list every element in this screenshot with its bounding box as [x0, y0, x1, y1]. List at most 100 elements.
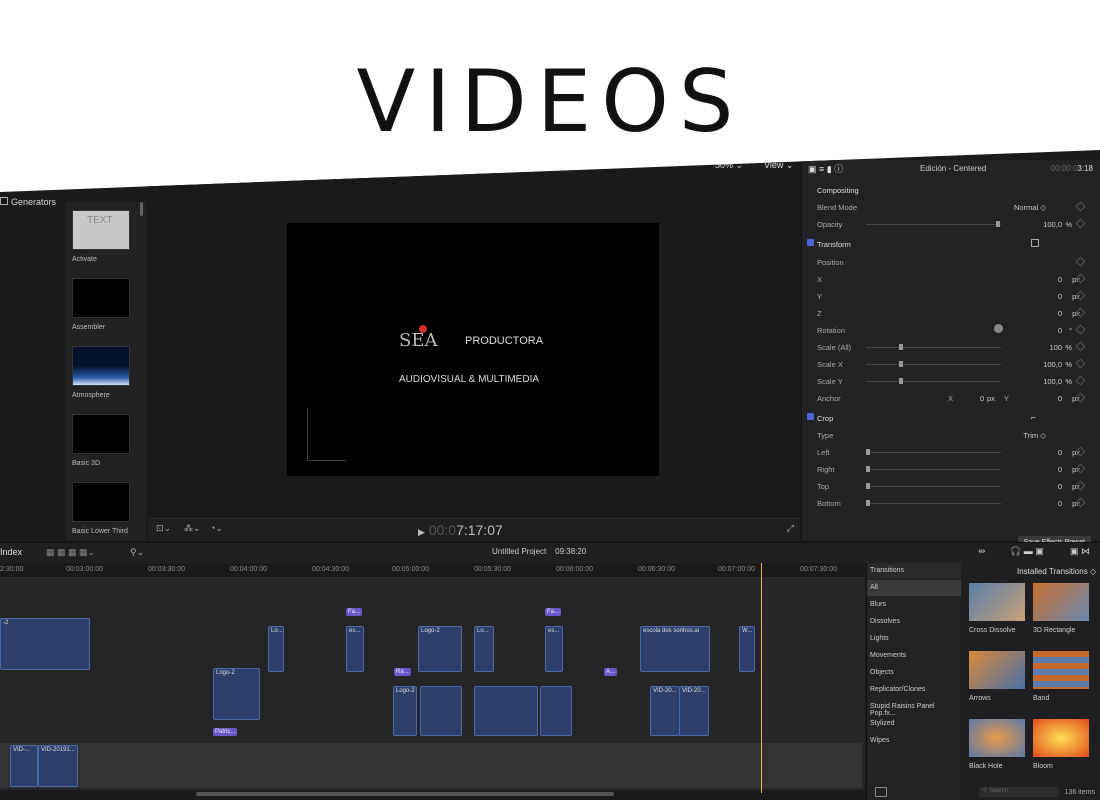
transition-thumb[interactable]	[1033, 651, 1089, 689]
fullscreen-icon[interactable]: ⤢	[787, 523, 794, 534]
timeline-clip[interactable]: VID-20...	[679, 686, 709, 736]
browser-scrollbar[interactable]	[140, 202, 143, 216]
category-item[interactable]: Movements	[867, 648, 961, 664]
anchor-y-value[interactable]: 0	[1058, 394, 1062, 403]
compound-clip[interactable]: Fa...	[545, 608, 562, 616]
y-row[interactable]: Y 0 px	[806, 288, 1092, 304]
crop-left-row[interactable]: Left 0 px	[806, 444, 1092, 460]
category-item[interactable]: Wipes	[867, 733, 961, 749]
timeline-scrollbar[interactable]	[196, 792, 614, 796]
category-item[interactable]: Stylized	[867, 716, 961, 732]
value[interactable]: Normal ◇	[1014, 203, 1046, 212]
compound-clip[interactable]: Ra...	[394, 668, 411, 676]
generator-assembler[interactable]: Assembler	[72, 278, 130, 331]
anchor-x-value[interactable]: 0	[980, 394, 984, 403]
magic-wand-icon[interactable]: ⁂⌄	[184, 523, 201, 534]
slider-knob[interactable]	[899, 361, 903, 367]
crop-left-slider[interactable]	[866, 449, 1001, 455]
value[interactable]: 0	[1058, 275, 1062, 284]
slider-knob[interactable]	[866, 449, 870, 455]
transition-thumb[interactable]	[1033, 719, 1089, 757]
value[interactable]: 0	[1058, 292, 1062, 301]
crop-top-row[interactable]: Top 0 px	[806, 478, 1092, 494]
timeline-clip[interactable]: Logo-2	[213, 668, 260, 720]
transition-thumb[interactable]	[1033, 583, 1089, 621]
compound-clip[interactable]: Fa...	[346, 608, 363, 616]
value[interactable]: 100,0	[1043, 377, 1062, 386]
timeline-clip[interactable]: -2	[0, 618, 90, 670]
viewer-zoom[interactable]: 50% ⌄	[715, 160, 743, 171]
timeline-clip[interactable]: Lo...	[268, 626, 284, 672]
keyframe-icon[interactable]	[1075, 218, 1086, 229]
timeline-clip[interactable]	[474, 686, 538, 736]
category-item[interactable]: Stupid Raisins Panel Pop.fx...	[867, 699, 961, 717]
keyframe-icon[interactable]	[1075, 341, 1086, 352]
crop-onscreen-icon[interactable]: ⌐	[1031, 413, 1036, 422]
transition-thumb[interactable]	[969, 651, 1025, 689]
timeline-clip[interactable]: es...	[545, 626, 563, 672]
scale-all-slider[interactable]	[866, 344, 1001, 350]
generators-sidebar-item[interactable]: Generators	[0, 197, 56, 207]
transform-onscreen-icon[interactable]	[1031, 239, 1039, 247]
speed-icon[interactable]: ◔⌄	[210, 523, 223, 534]
transform-header[interactable]: Transform	[806, 236, 1092, 252]
value[interactable]: 0	[1058, 448, 1062, 457]
timeline-clip[interactable]: Lo...	[474, 626, 494, 672]
value[interactable]: 0	[1058, 326, 1062, 335]
scale-y-slider[interactable]	[866, 378, 1001, 384]
timeline-clip[interactable]: escola dos sonhos.ai	[640, 626, 710, 672]
position-row[interactable]: Position	[806, 254, 1092, 270]
scale-x-slider[interactable]	[866, 361, 1001, 367]
zoom-tool-icon[interactable]: ⚲⌄	[130, 547, 144, 558]
skimming-icon[interactable]: ⇹	[978, 546, 986, 557]
scale-x-row[interactable]: Scale X 100,0%	[806, 356, 1092, 372]
crop-right-row[interactable]: Right 0 px	[806, 461, 1092, 477]
blend-mode-row[interactable]: Blend Mode Normal ◇	[806, 199, 1092, 215]
rotation-row[interactable]: Rotation 0 °	[806, 322, 1092, 338]
keyframe-icon[interactable]	[1075, 256, 1086, 267]
anchor-row[interactable]: Anchor X 0 px Y 0 px	[806, 390, 1092, 406]
category-item[interactable]: Lights	[867, 631, 961, 647]
value[interactable]: 100,0	[1043, 220, 1062, 229]
timeline-clip[interactable]	[540, 686, 572, 736]
timeline-clip[interactable]: W...	[739, 626, 755, 672]
crop-right-slider[interactable]	[866, 466, 1001, 472]
transform-checkbox[interactable]	[807, 239, 814, 246]
value[interactable]: 0	[1058, 499, 1062, 508]
rotation-dial[interactable]	[994, 324, 1003, 333]
slider-knob[interactable]	[899, 378, 903, 384]
crop-bottom-slider[interactable]	[866, 500, 1001, 506]
storyline-clip[interactable]: VID-20191...	[38, 745, 78, 787]
compound-clip[interactable]: A...	[604, 668, 618, 676]
slider-knob[interactable]	[866, 483, 870, 489]
transitions-title[interactable]: Installed Transitions ◇	[1017, 567, 1096, 576]
scale-y-row[interactable]: Scale Y 100,0%	[806, 373, 1092, 389]
storyline-clip[interactable]: VID-...	[10, 745, 38, 787]
transition-thumb[interactable]	[969, 583, 1025, 621]
transitions-search-input[interactable]: ⚲ Search	[979, 787, 1059, 797]
play-icon[interactable]: ▶	[418, 527, 425, 537]
sidebar-toggle-icon[interactable]	[875, 787, 887, 797]
value[interactable]: 100,0	[1043, 360, 1062, 369]
crop-header[interactable]: Crop ⌐	[806, 410, 1092, 426]
view-menu[interactable]: View ⌄	[764, 160, 793, 171]
slider-knob[interactable]	[996, 221, 1000, 227]
generator-atmosphere[interactable]: Atmosphere	[72, 346, 130, 399]
keyframe-icon[interactable]	[1075, 358, 1086, 369]
opacity-row[interactable]: Opacity 100,0%	[806, 216, 1092, 232]
category-item[interactable]: Blurs	[867, 597, 961, 613]
category-item[interactable]: Replicator/Clones	[867, 682, 961, 698]
inspector-tab-icons[interactable]: ▣ ≡ ▮ ⓘ	[808, 162, 843, 175]
slider-knob[interactable]	[866, 466, 870, 472]
value[interactable]: 0	[1058, 465, 1062, 474]
transform-icon[interactable]: ⊡⌄	[156, 523, 171, 534]
value[interactable]: 0	[1058, 309, 1062, 318]
timeline-clip[interactable]	[420, 686, 462, 736]
generator-basic-3d[interactable]: Basic 3D	[72, 414, 130, 467]
crop-bottom-row[interactable]: Bottom 0 px	[806, 495, 1092, 511]
timeline-clip[interactable]: Logo-2	[418, 626, 462, 672]
compositing-header[interactable]: Compositing	[806, 182, 1092, 198]
transition-thumb[interactable]	[969, 719, 1025, 757]
window-icons[interactable]: ▣ ⋈	[1070, 546, 1090, 557]
crop-top-slider[interactable]	[866, 483, 1001, 489]
